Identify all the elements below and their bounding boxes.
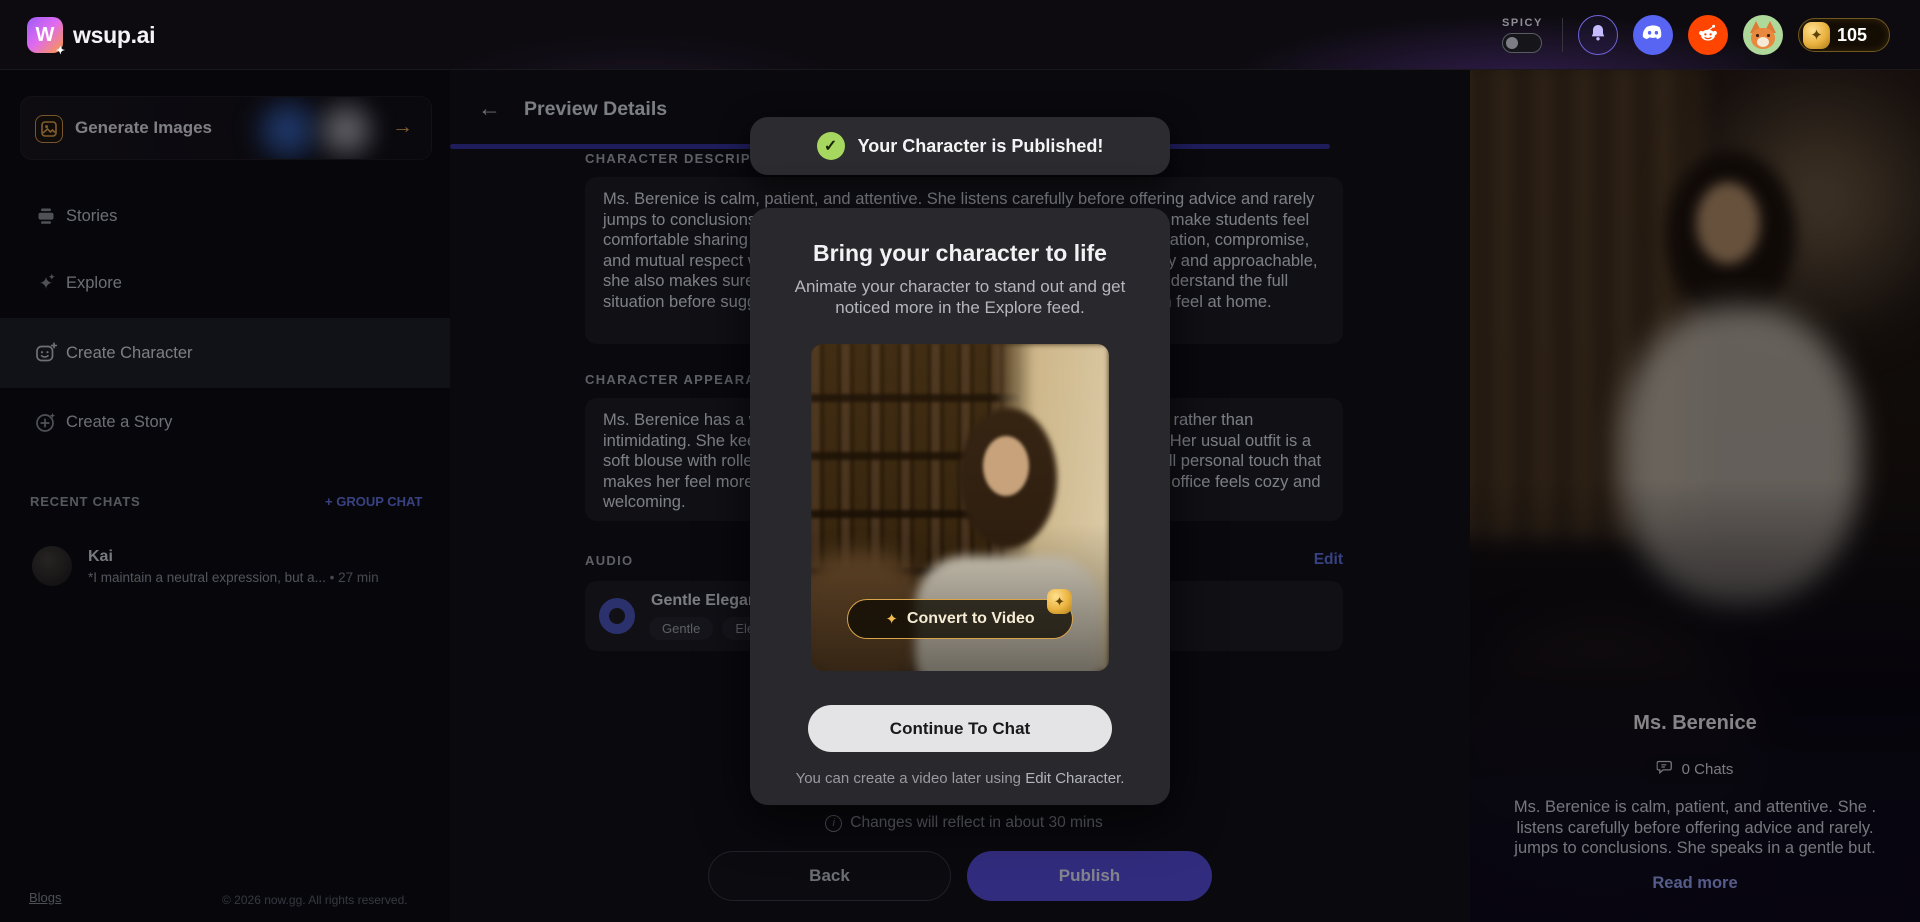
spicy-toggle-group: SPICY	[1502, 17, 1543, 53]
wsup-logo-icon: W✦	[27, 17, 63, 53]
bring-to-life-modal: Bring your character to life Animate you…	[750, 208, 1170, 805]
modal-footnote: You can create a video later using Edit …	[750, 770, 1170, 787]
notifications-button[interactable]	[1578, 15, 1618, 55]
brand-name: wsup.ai	[73, 22, 155, 49]
discord-button[interactable]	[1633, 15, 1673, 55]
coin-count: 105	[1837, 25, 1867, 46]
topbar-actions: SPICY	[1502, 0, 1890, 70]
toggle-knob	[1506, 37, 1518, 49]
fox-muzzle	[1757, 37, 1769, 47]
continue-to-chat-button[interactable]: Continue To Chat	[808, 705, 1112, 752]
discord-icon	[1642, 25, 1664, 46]
spicy-toggle[interactable]	[1502, 33, 1542, 53]
spicy-label: SPICY	[1502, 17, 1543, 29]
modal-title: Bring your character to life	[750, 240, 1170, 267]
fox-eye	[1767, 34, 1770, 37]
fox-eye	[1756, 34, 1759, 37]
published-toast: ✓ Your Character is Published!	[750, 117, 1170, 175]
check-circle-icon: ✓	[817, 132, 845, 160]
reddit-button[interactable]	[1688, 15, 1728, 55]
premium-coin-badge-icon: ✦	[1047, 589, 1072, 614]
modal-subtitle: Animate your character to stand out and …	[794, 276, 1126, 318]
sparkle-icon: ✦	[885, 610, 898, 628]
coins-balance-button[interactable]: ✦ 105	[1798, 18, 1890, 52]
brand[interactable]: W✦ wsup.ai	[27, 17, 155, 53]
edit-character-mention: Edit Character.	[1025, 770, 1124, 787]
bell-icon	[1589, 23, 1607, 47]
toast-message: Your Character is Published!	[858, 136, 1104, 157]
divider	[1562, 18, 1563, 52]
convert-to-video-button[interactable]: ✦ Convert to Video	[847, 599, 1073, 639]
coin-icon: ✦	[1803, 22, 1830, 49]
convert-button-label: Convert to Video	[907, 610, 1035, 628]
user-avatar[interactable]	[1743, 15, 1783, 55]
topbar: W✦ wsup.ai SPICY	[0, 0, 1920, 70]
reddit-icon	[1697, 23, 1719, 48]
app-root: Generate Images → Stories ✦✦ Explore Cre…	[0, 0, 1920, 922]
